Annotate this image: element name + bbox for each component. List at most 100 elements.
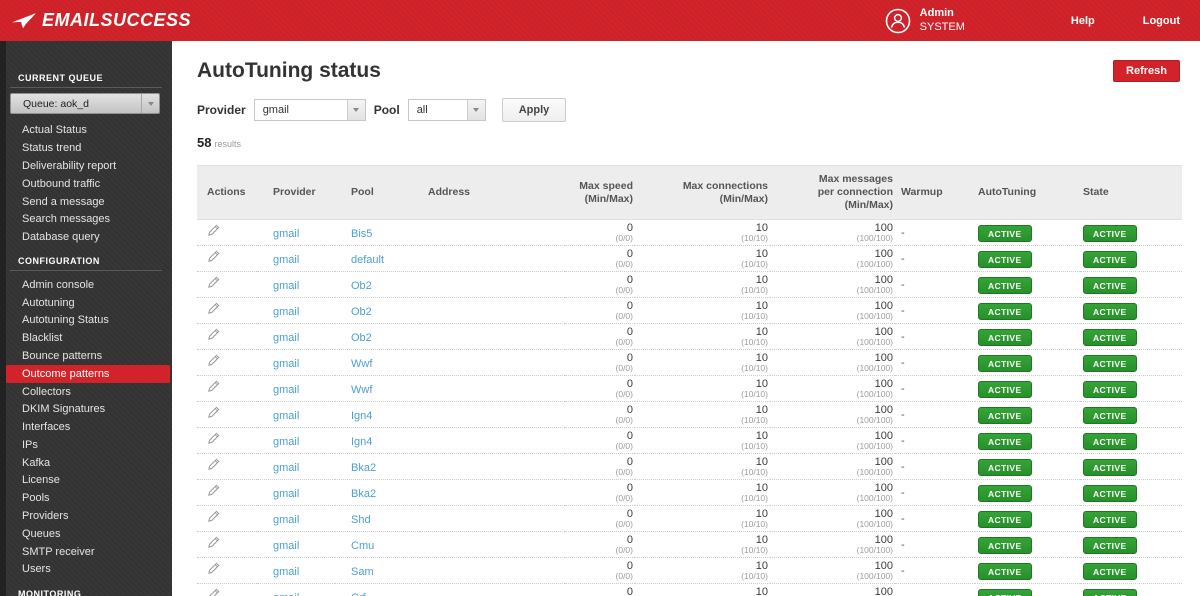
sidebar-item-outcome-patterns[interactable]: Outcome patterns [6,365,170,384]
state-status-badge: ACTIVE [1083,277,1137,295]
autotuning-status-badge: ACTIVE [978,459,1032,477]
edit-icon[interactable] [207,276,220,289]
sidebar-item-search-messages[interactable]: Search messages [0,211,172,229]
pool-link[interactable]: Ign4 [351,410,372,422]
edit-icon[interactable] [207,224,220,237]
address-cell [420,323,565,351]
user-menu[interactable]: Admin SYSTEM [885,7,965,33]
sidebar-section-title: CONFIGURATION [18,256,100,267]
provider-link[interactable]: gmail [273,228,299,240]
sidebar-item-license[interactable]: License [0,472,172,490]
sidebar-item-send-a-message[interactable]: Send a message [0,193,172,211]
provider-link[interactable]: gmail [273,410,299,422]
header-max-messages: Max messages per connection (Min/Max) [770,164,895,221]
edit-icon[interactable] [207,536,220,549]
sidebar-item-admin-console[interactable]: Admin console [0,276,172,294]
provider-select[interactable]: gmail [253,99,366,121]
sidebar-item-dkim-signatures[interactable]: DKIM Signatures [0,401,172,419]
state-status-badge: ACTIVE [1083,407,1137,425]
pool-link[interactable]: Ob2 [351,280,372,292]
edit-icon[interactable] [207,510,220,523]
pool-link[interactable]: Bka2 [351,488,376,500]
app-logo[interactable]: EMAILSUCCESS [12,10,191,31]
edit-icon[interactable] [207,588,220,596]
refresh-button[interactable]: Refresh [1113,60,1180,82]
pool-link[interactable]: Wwf [351,384,372,396]
table-row: gmail Bis5 0 (0/0) 10 (10/10) 100 (100/100) - ACT… [197,219,1182,247]
pool-link[interactable]: Bis5 [351,228,372,240]
sidebar-item-blacklist[interactable]: Blacklist [0,330,172,348]
provider-link[interactable]: gmail [273,592,299,596]
provider-filter-label: Provider [197,103,246,117]
address-cell [420,271,565,299]
pool-link[interactable]: Ign4 [351,436,372,448]
sidebar-item-status-trend[interactable]: Status trend [0,140,172,158]
max-connections-cell: 10(10/10) [635,401,770,429]
max-speed-cell: 0(0/0) [565,375,635,403]
state-status-badge: ACTIVE [1083,537,1137,555]
edit-icon[interactable] [207,432,220,445]
sidebar-item-queues[interactable]: Queues [0,525,172,543]
max-speed-cell: 0(0/0) [565,245,635,273]
provider-link[interactable]: gmail [273,332,299,344]
max-connections-cell: 10(10/10) [635,557,770,585]
apply-button[interactable]: Apply [501,98,567,122]
sidebar-item-autotuning[interactable]: Autotuning [0,294,172,312]
autotuning-status-badge: ACTIVE [978,355,1032,373]
sidebar-item-providers[interactable]: Providers [0,508,172,526]
pool-link[interactable]: Shd [351,514,371,526]
sidebar-item-outbound-traffic[interactable]: Outbound traffic [0,175,172,193]
provider-link[interactable]: gmail [273,436,299,448]
sidebar-item-interfaces[interactable]: Interfaces [0,419,172,437]
provider-link[interactable]: gmail [273,306,299,318]
provider-link[interactable]: gmail [273,488,299,500]
edit-icon[interactable] [207,302,220,315]
sidebar-item-users[interactable]: Users [0,561,172,579]
edit-icon[interactable] [207,458,220,471]
edit-icon[interactable] [207,380,220,393]
help-link[interactable]: Help [1071,15,1095,27]
edit-icon[interactable] [207,406,220,419]
max-speed-cell: 0(0/0) [565,297,635,325]
user-name: Admin [919,7,954,20]
edit-icon[interactable] [207,328,220,341]
max-messages-cell: 100(100/100) [770,297,895,325]
queue-selector[interactable]: Queue: aok_d [10,93,160,114]
edit-icon[interactable] [207,562,220,575]
provider-link[interactable]: gmail [273,514,299,526]
sidebar-item-deliverability-report[interactable]: Deliverability report [0,158,172,176]
provider-link[interactable]: gmail [273,254,299,266]
chevron-down-icon [346,100,365,120]
logout-link[interactable]: Logout [1143,15,1180,27]
edit-icon[interactable] [207,354,220,367]
sidebar-item-smtp-receiver[interactable]: SMTP receiver [0,543,172,561]
pool-link[interactable]: default [351,254,384,266]
autotuning-status-badge: ACTIVE [978,537,1032,555]
edit-icon[interactable] [207,250,220,263]
pool-link[interactable]: Ob2 [351,332,372,344]
max-messages-cell: 100(100/100) [770,583,895,596]
sidebar-item-pools[interactable]: Pools [0,490,172,508]
provider-link[interactable]: gmail [273,280,299,292]
pool-link[interactable]: Crf [351,592,366,596]
address-cell [420,557,565,585]
sidebar-item-database-query[interactable]: Database query [0,229,172,247]
provider-link[interactable]: gmail [273,540,299,552]
sidebar-item-autotuning-status[interactable]: Autotuning Status [0,312,172,330]
provider-link[interactable]: gmail [273,566,299,578]
pool-link[interactable]: Wwf [351,358,372,370]
sidebar-item-collectors[interactable]: Collectors [0,383,172,401]
pool-select[interactable]: all [407,99,486,121]
pool-link[interactable]: Bka2 [351,462,376,474]
pool-link[interactable]: Cmu [351,540,374,552]
provider-link[interactable]: gmail [273,384,299,396]
pool-link[interactable]: Ob2 [351,306,372,318]
provider-link[interactable]: gmail [273,462,299,474]
sidebar-item-kafka[interactable]: Kafka [0,454,172,472]
pool-link[interactable]: Sam [351,566,374,578]
sidebar-item-ips[interactable]: IPs [0,437,172,455]
edit-icon[interactable] [207,484,220,497]
provider-link[interactable]: gmail [273,358,299,370]
sidebar-item-actual-status[interactable]: Actual Status [0,122,172,140]
sidebar-item-bounce-patterns[interactable]: Bounce patterns [0,348,172,366]
